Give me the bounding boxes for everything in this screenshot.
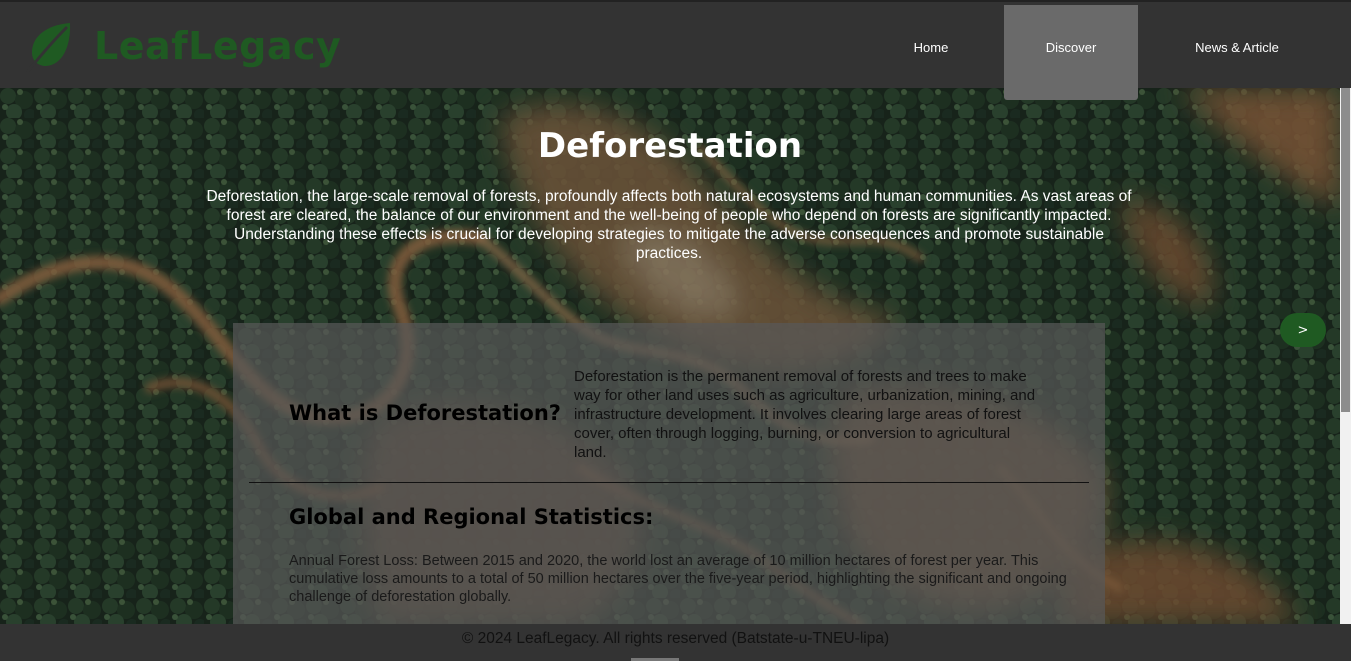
what-is-deforestation-text: Deforestation is the permanent removal o…	[574, 368, 1036, 461]
intro-paragraph: Deforestation, the large-scale removal o…	[206, 188, 1132, 262]
leaf-icon	[26, 23, 71, 72]
site-footer: © 2024 LeafLegacy. All rights reserved (…	[0, 624, 1351, 661]
scrollbar-thumb[interactable]	[1341, 88, 1350, 412]
page-title: Deforestation	[537, 126, 803, 166]
statistics-heading: Global and Regional Statistics:	[289, 505, 654, 529]
info-card: What is Deforestation? Deforestation is …	[233, 323, 1105, 624]
nav-news-article[interactable]: News & Article	[1170, 5, 1304, 100]
what-is-deforestation-heading: What is Deforestation?	[289, 401, 561, 425]
statistics-text: Annual Forest Loss: Between 2015 and 202…	[289, 553, 1067, 605]
nav-discover[interactable]: Discover	[1004, 5, 1138, 100]
copyright-text: © 2024 LeafLegacy. All rights reserved (…	[461, 630, 890, 647]
carousel-next-button[interactable]: >	[1280, 313, 1326, 347]
site-header: LeafLegacy Home Discover News & Article	[0, 0, 1351, 100]
logo[interactable]: LeafLegacy	[26, 20, 341, 72]
nav-home[interactable]: Home	[890, 5, 972, 100]
chevron-right-icon: >	[1297, 322, 1309, 338]
brand-name: LeafLegacy	[94, 24, 342, 68]
hero-section: Deforestation Deforestation, the large-s…	[0, 88, 1340, 624]
section-divider	[249, 482, 1089, 483]
